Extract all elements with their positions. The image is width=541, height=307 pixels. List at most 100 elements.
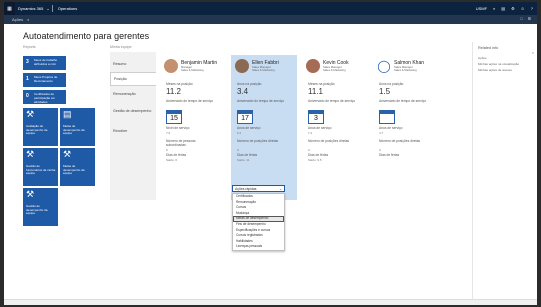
field-label: Aniversário de tempo de serviço [379,99,427,103]
search-icon[interactable]: ⌕ [493,6,495,11]
quick-actions-menu: Certificados Remuneração Cursos Mudança … [232,193,285,251]
field-label: Aniversário de tempo de serviço [308,99,356,103]
employee-card[interactable]: Kevin Cook Sales Manager Sales & Marketin… [302,55,368,200]
close-icon[interactable]: × [532,50,534,55]
tile-team-employees[interactable]: ⚒ Gestão de funcionários da minha equipe [23,148,58,186]
field-value: Saldo: 9.5 [308,158,322,162]
tab-summary[interactable]: Resumo [110,60,156,68]
field-value: 6.2 [237,131,242,135]
page-title: Autoatendimento para gerentes [23,31,150,41]
smiley-feedback-icon[interactable]: ☺ [521,6,525,11]
divider [51,5,53,12]
tile-label: Meus Projetos de Recrutamento [34,75,58,83]
tab-compensation[interactable]: Remuneração [110,90,156,98]
tile-label: Gestão de funcionários da minha equipe [26,164,56,176]
org-chart-icon: ⚒ [63,149,72,159]
field-value: Saldo: 11 [237,158,250,162]
menu-item[interactable]: Licenças pessoais [233,244,284,250]
messages-icon[interactable]: ▤ [501,6,505,11]
company-picker[interactable]: USMF [476,6,487,11]
action-pane: Ações ⌕ □ ⊞ [4,15,537,24]
tile-team-performance-goals[interactable]: ⚒ Metas de desempenho da equipe [60,148,95,186]
field-value: 7.4 [308,131,313,135]
employee-title: Sales Manager Sales & Marketing [252,65,275,73]
field-value: 0 [308,148,310,152]
reports-label: Reports [23,45,36,49]
tile-team-performance[interactable]: ⚒ Gestão de desempenho da equipe [23,188,58,226]
employee-card[interactable]: Benjamin Martin Manager Sales & Marketing… [160,55,226,200]
field-label: Número de pessoas subordinadas [166,139,196,147]
panel-link[interactable]: Minhas ações na visualização [478,62,519,66]
panel-link[interactable]: Minhas ações de acesso [478,68,512,72]
field-value: 3.4 [237,87,249,96]
employee-title: Manager Sales & Marketing [181,65,204,73]
employee-card-selected[interactable]: Ellen Fabbri Sales Manager Sales & Market… [231,55,297,200]
anniversary-calendar-icon: 15 [166,110,182,124]
window-icon[interactable]: □ [520,16,522,21]
module-name[interactable]: Operations [55,6,81,11]
action-search-icon[interactable]: ⌕ [27,17,29,22]
field-value: 11.2 [166,87,181,96]
field-value: 7.0 [166,131,171,135]
person-placeholder-icon: ◯ [377,59,391,73]
employee-card[interactable]: ◯ Salmon Khan Sales Manager Sales & Marke… [373,55,439,200]
field-label: Número de posições diretas [308,139,350,143]
anniversary-calendar-icon: 3 [308,110,324,124]
tile-label: Metas de desempenho da equipe [63,164,85,176]
field-label: Dias de férias [379,153,400,157]
tile-label: Metas de desempenho da equipe [63,124,85,136]
field-label: Aniversário de tempo de serviço [166,99,214,103]
my-team-label: Minha equipe [110,45,132,49]
action-pane-right: □ ⊞ [520,16,531,21]
field-value: 0 [379,148,381,152]
tile-assigned-work[interactable]: 3 Meus de trabalho atribuídos a mim [23,56,66,70]
tab-performance[interactable]: Gestão de desempenho [110,107,156,115]
gear-icon[interactable]: ⚙ [511,6,515,11]
help-icon[interactable]: ? [531,6,533,11]
tile-count: 1 [26,76,29,82]
top-navigation-bar: ▦ Dynamics 365 ⌄ Operations USMF ⌕ ▤ ⚙ ☺… [4,2,537,15]
field-value: 1.5 [379,87,391,96]
org-chart-icon: ⚒ [26,189,35,199]
quick-actions-dropdown[interactable]: Ações rápidas ⌄ [232,185,285,192]
office-icon[interactable]: ⊞ [528,16,531,21]
topbar-actions: USMF ⌕ ▤ ⚙ ☺ ? [476,2,533,15]
org-chart-icon: ⚒ [26,149,35,159]
waffle-menu-icon[interactable]: ▦ [4,2,15,15]
actions-menu[interactable]: Ações [12,17,23,22]
field-value: 4.7 [379,131,384,135]
tile-label: Avaliação de desempenho de equipe [26,124,48,136]
tile-certificates[interactable]: 0 Certificados de participação em ativid… [23,90,66,104]
app-chevron-down-icon[interactable]: ⌄ [46,6,49,11]
tab-collapse[interactable]: Recolher [110,127,156,135]
tile-label: Certificados de participação em atividad… [34,92,56,104]
avatar [164,59,178,73]
org-chart-icon: ⚒ [26,109,35,119]
document-icon: ▤ [63,109,72,119]
employee-title: Sales Manager Sales & Marketing [323,65,346,73]
tile-label: Gestão de desempenho da equipe [26,204,48,216]
tile-count: 0 [26,93,29,99]
tile-team-evaluation[interactable]: ⚒ Avaliação de desempenho de equipe [23,108,58,146]
app-name[interactable]: Dynamics 365 [15,6,46,11]
related-info-panel: Related info × Ações Minhas ações na vis… [472,42,537,305]
app-window: ▦ Dynamics 365 ⌄ Operations USMF ⌕ ▤ ⚙ ☺… [4,2,537,305]
field-value: Saldo: 6 [166,158,178,162]
employee-title: Sales Manager Sales & Marketing [394,65,417,73]
tab-position[interactable]: Posição [110,72,156,86]
panel-title: Related info [478,46,499,50]
chevron-down-icon: ⌄ [279,187,282,191]
tile-recruiting-projects[interactable]: 1 Meus Projetos de Recrutamento [23,73,66,87]
anniversary-calendar-icon [379,110,395,124]
field-label: Número de posições diretas [379,139,421,143]
panel-link[interactable]: Ações [478,56,487,60]
field-value: 0 [237,148,239,152]
tile-label: Meus de trabalho atribuídos a mim [34,58,58,66]
field-value: 11.1 [308,87,323,96]
field-value: 0 [166,148,168,152]
horizontal-scrollbar[interactable] [4,299,537,305]
avatar [235,59,249,73]
avatar [306,59,320,73]
tile-team-goals[interactable]: ▤ Metas de desempenho da equipe [60,108,95,146]
tile-count: 3 [26,59,29,65]
